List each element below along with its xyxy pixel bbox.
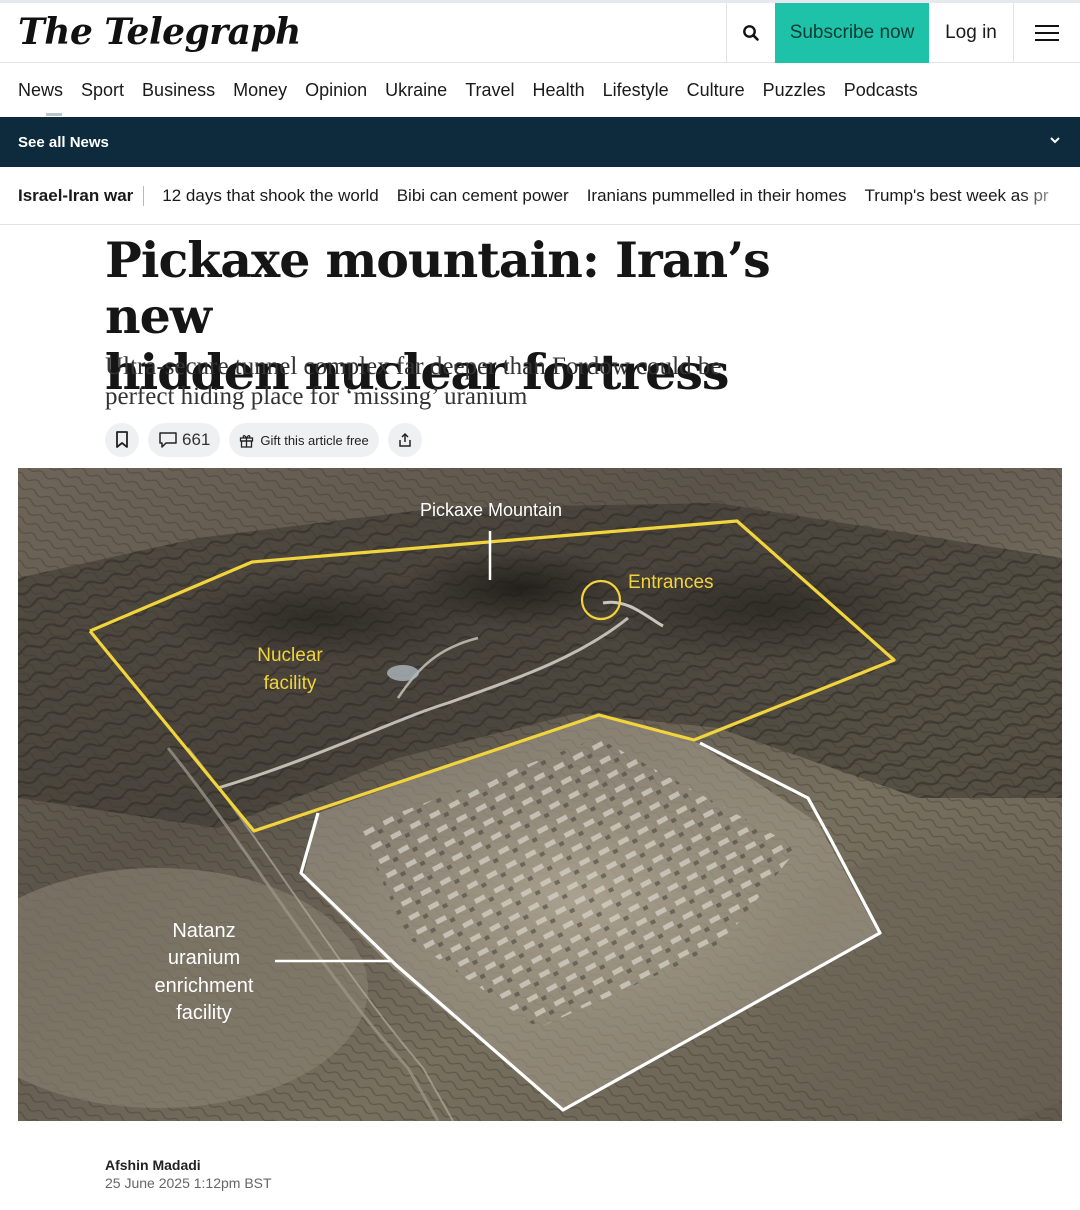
- pickaxe-mountain-label: Pickaxe Mountain: [420, 500, 562, 520]
- byline-date: 25 June 2025 1:12pm BST: [105, 1175, 272, 1191]
- nav-item-podcasts[interactable]: Podcasts: [844, 80, 918, 101]
- gift-article-button[interactable]: Gift this article free: [229, 423, 379, 457]
- subscribe-button[interactable]: Subscribe now: [775, 3, 929, 63]
- topic-link[interactable]: 12 days that shook the world: [162, 186, 378, 206]
- nav-item-ukraine[interactable]: Ukraine: [385, 80, 447, 101]
- nav-item-health[interactable]: Health: [533, 80, 585, 101]
- headline-line-1: Pickaxe mountain: Iran’s new: [105, 231, 771, 345]
- nav-item-opinion[interactable]: Opinion: [305, 80, 367, 101]
- natanz-label-line-2: uranium: [168, 947, 240, 969]
- login-button[interactable]: Log in: [929, 3, 1013, 63]
- bookmark-button[interactable]: [105, 423, 139, 457]
- site-header: The Telegraph Subscribe now Log in: [0, 3, 1080, 63]
- search-button[interactable]: [726, 3, 774, 63]
- topic-link[interactable]: Iranians pummelled in their homes: [587, 186, 847, 206]
- nav-item-puzzles[interactable]: Puzzles: [763, 80, 826, 101]
- search-icon: [742, 25, 759, 41]
- comments-button[interactable]: 661: [148, 423, 221, 457]
- see-all-news-label: See all News: [18, 133, 109, 151]
- bookmark-icon: [116, 431, 128, 448]
- comment-count: 661: [182, 430, 211, 449]
- nuclear-facility-label-line-2: facility: [264, 673, 317, 694]
- nav-item-lifestyle[interactable]: Lifestyle: [603, 80, 669, 101]
- share-icon: [399, 432, 411, 447]
- nuclear-facility-label-line-1: Nuclear: [257, 645, 323, 666]
- share-button[interactable]: [387, 423, 422, 457]
- section-nav: News Sport Business Money Opinion Ukrain…: [0, 64, 1080, 117]
- nav-item-money[interactable]: Money: [233, 80, 287, 101]
- chevron-down-icon: [1050, 137, 1060, 144]
- topic-israel-iran-war[interactable]: Israel-Iran war: [18, 185, 145, 206]
- natanz-label-line-4: facility: [176, 1002, 232, 1024]
- nav-item-culture[interactable]: Culture: [687, 80, 745, 101]
- comment-icon: [159, 432, 177, 448]
- natanz-label-line-3: enrichment: [155, 975, 254, 997]
- standfirst-line-1: Ultra-secure tunnel complex far deeper t…: [105, 353, 722, 380]
- entrances-label: Entrances: [628, 572, 714, 593]
- standfirst-line-2: perfect hiding place for ‘missing’ urani…: [105, 383, 528, 410]
- telegraph-logo[interactable]: The Telegraph: [18, 11, 301, 53]
- natanz-label-line-1: Natanz: [172, 920, 235, 942]
- topic-link[interactable]: Bibi can cement power: [397, 186, 569, 206]
- satellite-image: Pickaxe Mountain Entrances Nuclear facil…: [18, 468, 1062, 1121]
- gift-icon: [240, 434, 254, 448]
- article-actions: 661 Gift this article free: [105, 423, 422, 457]
- see-all-news-bar[interactable]: See all News: [0, 117, 1080, 167]
- menu-button[interactable]: [1013, 3, 1080, 63]
- gift-article-label: Gift this article free: [260, 432, 369, 448]
- hamburger-menu-icon: [1035, 25, 1059, 41]
- nav-item-news[interactable]: News: [18, 80, 63, 116]
- satellite-image-figure: Pickaxe Mountain Entrances Nuclear facil…: [18, 468, 1062, 1121]
- article-standfirst: Ultra-secure tunnel complex far deeper t…: [105, 352, 825, 412]
- topic-strip-fade: [1020, 167, 1080, 224]
- topic-strip: Israel-Iran war 12 days that shook the w…: [0, 167, 1080, 225]
- nav-item-sport[interactable]: Sport: [81, 80, 124, 101]
- nav-item-business[interactable]: Business: [142, 80, 215, 101]
- nav-item-travel[interactable]: Travel: [465, 80, 514, 101]
- byline-author[interactable]: Afshin Madadi: [105, 1157, 201, 1173]
